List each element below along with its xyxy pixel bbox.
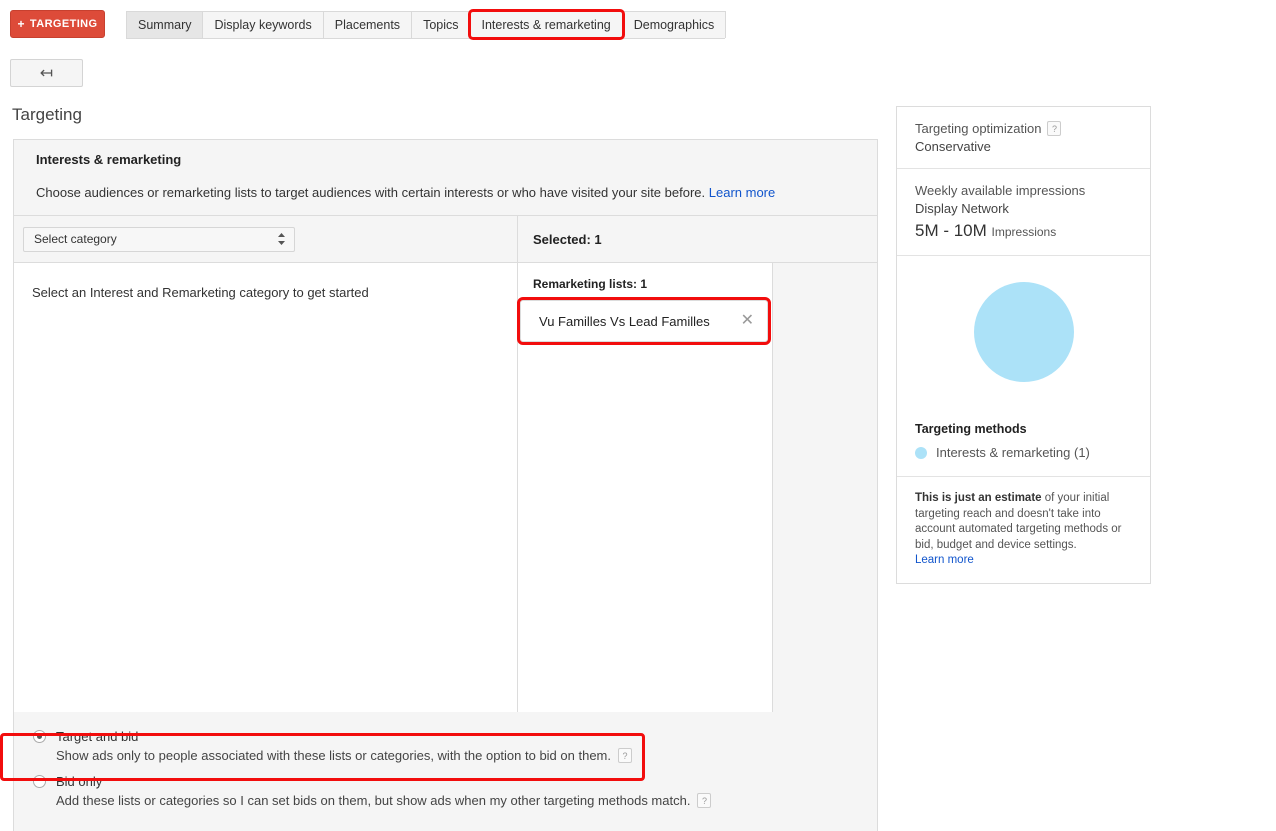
back-arrow-icon: ↤ xyxy=(39,65,54,82)
panel-header: Interests & remarketing Choose audiences… xyxy=(14,140,877,200)
radio-bid-only-description-row: Add these lists or categories so I can s… xyxy=(56,793,877,808)
radio-target-and-bid-label: Target and bid xyxy=(56,729,139,744)
weekly-impressions-unit: Impressions xyxy=(991,225,1057,239)
help-icon[interactable]: ? xyxy=(697,793,712,808)
category-select-value: Select category xyxy=(34,232,117,246)
tab-display-keywords-label: Display keywords xyxy=(214,18,312,32)
radio-target-and-bid-description-row: Show ads only to people associated with … xyxy=(56,748,877,763)
radio-bid-only[interactable] xyxy=(33,775,46,788)
help-icon[interactable]: ? xyxy=(618,748,632,763)
weekly-impressions-value-row: 5M - 10M Impressions xyxy=(915,221,1132,241)
targeting-methods-title: Targeting methods xyxy=(915,422,1027,436)
selected-list-name: Vu Familles Vs Lead Familles xyxy=(539,313,710,329)
category-select-cell: Select category xyxy=(14,216,518,262)
tab-demographics-label: Demographics xyxy=(633,18,715,32)
radio-bid-only-description: Add these lists or categories so I can s… xyxy=(56,793,691,808)
radio-bid-only-label: Bid only xyxy=(56,774,103,789)
targeting-tabs: Summary Display keywords Placements Topi… xyxy=(126,9,727,40)
radio-target-and-bid[interactable] xyxy=(33,730,46,743)
targeting-panel: Interests & remarketing Choose audiences… xyxy=(13,139,878,831)
targeting-optimization-section: Targeting optimization ? Conservative xyxy=(897,107,1150,169)
chevron-updown-icon xyxy=(277,232,286,246)
legend-swatch-icon xyxy=(915,446,927,459)
disclaimer-learn-more-link[interactable]: Learn more xyxy=(915,554,974,566)
tab-summary[interactable]: Summary xyxy=(126,11,204,38)
empty-state-text: Select an Interest and Remarketing categ… xyxy=(32,285,369,300)
plus-icon: + xyxy=(17,17,25,31)
spinner-arrows-icon xyxy=(278,233,285,245)
category-select[interactable]: Select category xyxy=(23,226,295,252)
tab-placements[interactable]: Placements xyxy=(322,11,413,38)
selector-body: Select an Interest and Remarketing categ… xyxy=(14,263,877,712)
targeting-methods-section: Targeting methods Interests & remarketin… xyxy=(897,256,1150,477)
tab-demographics[interactable]: Demographics xyxy=(621,11,727,38)
estimate-disclaimer-section: This is just an estimate of your initial… xyxy=(897,477,1150,583)
panel-heading: Interests & remarketing xyxy=(36,152,182,167)
estimate-panel: Targeting optimization ? Conservative We… xyxy=(896,106,1151,584)
tab-placements-label: Placements xyxy=(334,18,401,32)
tab-interests-remarketing-label: Interests & remarketing xyxy=(481,17,611,32)
weekly-impressions-label: Weekly available impressions xyxy=(915,183,1086,198)
disclaimer-bold: This is just an estimate xyxy=(915,492,1042,504)
weekly-impressions-network: Display Network xyxy=(915,201,1009,216)
selected-count-header: Selected: 1 xyxy=(533,231,602,247)
back-button[interactable]: ↤ xyxy=(10,59,83,87)
tab-display-keywords[interactable]: Display keywords xyxy=(202,11,324,38)
weekly-impressions-section: Weekly available impressions Display Net… xyxy=(897,169,1150,256)
targeting-optimization-label: Targeting optimization xyxy=(915,121,1042,136)
bid-option-target-and-bid[interactable]: Target and bid Show ads only to people a… xyxy=(33,724,877,769)
tab-interests-remarketing[interactable]: Interests & remarketing xyxy=(467,9,625,40)
page-title: Targeting xyxy=(12,105,82,124)
weekly-impressions-value: 5M - 10M xyxy=(915,221,987,240)
panel-description-text: Choose audiences or remarketing lists to… xyxy=(36,185,706,200)
bid-options: Target and bid Show ads only to people a… xyxy=(14,724,877,814)
tab-summary-label: Summary xyxy=(138,18,192,32)
add-targeting-button[interactable]: + TARGETING xyxy=(10,10,105,38)
selector-header-row: Select category Selected: 1 xyxy=(14,215,877,263)
targeting-optimization-label-row: Targeting optimization ? xyxy=(915,121,1132,136)
list-item[interactable]: Vu Familles Vs Lead Familles ✕ xyxy=(517,297,771,345)
learn-more-link[interactable]: Learn more xyxy=(709,185,775,200)
selected-items-list: Vu Familles Vs Lead Familles ✕ xyxy=(517,297,771,345)
targeting-optimization-value: Conservative xyxy=(915,139,991,154)
selector-area: Select category Selected: 1 Select an In… xyxy=(14,215,877,712)
tab-topics[interactable]: Topics xyxy=(411,11,471,38)
remarketing-lists-label: Remarketing lists: 1 xyxy=(533,277,648,291)
targeting-methods-legend-label: Interests & remarketing (1) xyxy=(936,445,1090,460)
help-icon[interactable]: ? xyxy=(1047,121,1062,136)
close-icon[interactable]: ✕ xyxy=(741,313,754,329)
selected-items-pane: Remarketing lists: 1 Vu Familles Vs Lead… xyxy=(517,263,773,712)
add-targeting-label: TARGETING xyxy=(29,18,98,30)
tab-topics-label: Topics xyxy=(423,18,459,32)
estimate-disclaimer: This is just an estimate of your initial… xyxy=(915,491,1132,569)
radio-target-and-bid-description: Show ads only to people associated with … xyxy=(56,748,611,763)
panel-description: Choose audiences or remarketing lists to… xyxy=(36,185,855,200)
bid-option-bid-only[interactable]: Bid only Add these lists or categories s… xyxy=(33,769,877,814)
targeting-methods-legend-item: Interests & remarketing (1) xyxy=(915,445,1132,460)
top-bar: + TARGETING Summary Display keywords Pla… xyxy=(0,0,1276,40)
category-browser-empty-state: Select an Interest and Remarketing categ… xyxy=(14,263,518,712)
targeting-methods-pie-chart xyxy=(973,282,1074,382)
